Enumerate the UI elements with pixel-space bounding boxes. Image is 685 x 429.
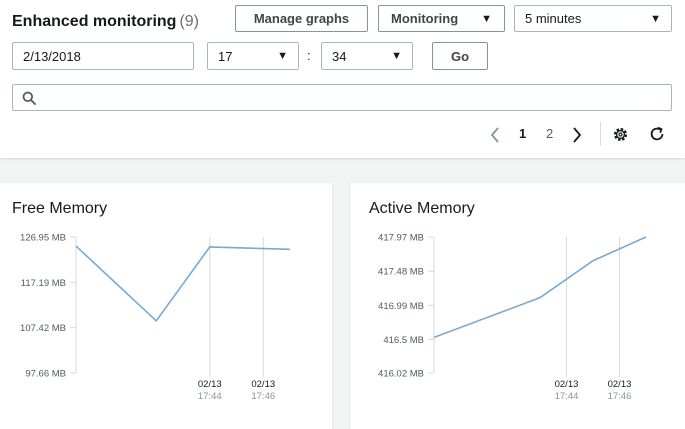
caret-down-icon: ▼ (650, 12, 661, 25)
x-tick-label-time: 17:44 (198, 391, 222, 402)
x-tick-label-date: 02/13 (555, 379, 579, 390)
active-memory-card: Active Memory 416.02 MB 416.5 MB 416.99 MB… (350, 183, 685, 429)
manage-graphs-button[interactable]: Manage graphs (235, 5, 368, 32)
minute-value: 34 (332, 48, 347, 64)
y-tick-label: 416.5 MB (383, 335, 424, 346)
page-1-link[interactable]: 1 (519, 126, 526, 141)
caret-down-icon: ▼ (277, 50, 288, 62)
x-tick-label-time: 17:46 (608, 391, 632, 402)
go-label: Go (450, 48, 470, 64)
y-tick-label: 416.02 MB (378, 369, 424, 380)
page-title-text: Enhanced monitoring (12, 13, 177, 30)
hour-select[interactable]: 17 ▼ (207, 42, 299, 70)
go-button[interactable]: Go (432, 42, 488, 70)
search-box (12, 84, 672, 111)
time-separator: : (307, 48, 311, 63)
y-tick-label: 117.19 MB (21, 278, 66, 289)
caret-down-icon: ▼ (481, 12, 492, 25)
hour-value: 17 (218, 48, 233, 64)
monitoring-dropdown[interactable]: Monitoring ▼ (378, 5, 505, 32)
monitoring-label: Monitoring (391, 11, 459, 26)
page-title: Enhanced monitoring (9) (12, 13, 199, 31)
y-tick-label: 416.99 MB (378, 301, 424, 312)
y-tick-label: 417.48 MB (378, 267, 424, 278)
x-tick-label-date: 02/13 (198, 379, 222, 390)
chevron-left-icon[interactable] (489, 126, 501, 144)
page-2-link[interactable]: 2 (546, 126, 553, 141)
gear-icon[interactable] (612, 126, 629, 143)
interval-select[interactable]: 5 minutes ▼ (514, 5, 672, 32)
x-tick-label-time: 17:44 (555, 391, 579, 402)
active-memory-chart: 416.02 MB 416.5 MB 416.99 MB 417.48 MB 417.9… (378, 233, 647, 402)
free-memory-chart: 97.66 MB 107.42 MB 117.19 MB 126.95 MB 02/13… (20, 233, 291, 402)
y-tick-label: 417.97 MB (378, 233, 424, 244)
y-tick-label: 107.42 MB (20, 323, 66, 334)
free-memory-card: Free Memory 97.66 MB 107.42 MB 117.19 MB 12… (0, 183, 332, 429)
search-input[interactable] (42, 85, 671, 110)
series-line (433, 236, 647, 339)
controls-panel: Enhanced monitoring (9) Manage graphs Mon… (0, 0, 685, 158)
y-tick-label: 97.66 MB (25, 369, 66, 380)
pager-divider (600, 122, 601, 146)
caret-down-icon: ▼ (391, 50, 402, 62)
x-tick-label-date: 02/13 (608, 379, 632, 390)
manage-graphs-label: Manage graphs (253, 11, 350, 26)
refresh-icon[interactable] (648, 125, 666, 143)
y-tick-label: 126.95 MB (20, 233, 66, 244)
chevron-right-icon[interactable] (571, 126, 583, 144)
date-value: 2/13/2018 (23, 48, 81, 64)
graph-count: (9) (179, 13, 200, 30)
date-input[interactable]: 2/13/2018 (12, 42, 194, 70)
x-tick-label-date: 02/13 (251, 379, 275, 390)
x-tick-label-time: 17:46 (251, 391, 275, 402)
series-line (75, 245, 291, 323)
minute-select[interactable]: 34 ▼ (321, 42, 413, 70)
search-icon (22, 91, 36, 105)
interval-value: 5 minutes (525, 11, 582, 26)
